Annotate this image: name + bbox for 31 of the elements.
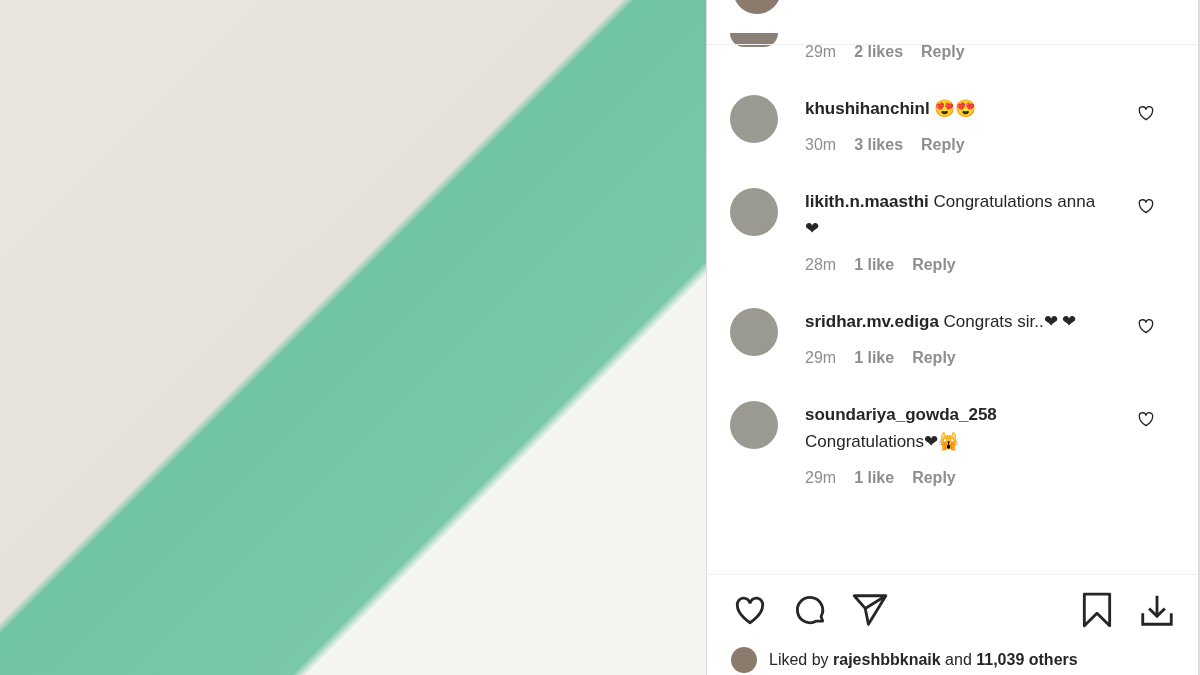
- comment-text: likith.n.maasthi Congratulations anna ❤: [805, 191, 1097, 240]
- likes-summary: Liked by rajeshbbknaik and 11,039 others: [769, 651, 1078, 669]
- send-icon[interactable]: [851, 591, 889, 629]
- avatar[interactable]: [730, 188, 778, 236]
- like-heart-icon[interactable]: [1136, 316, 1156, 336]
- avatar[interactable]: [730, 401, 778, 449]
- avatar: [731, 647, 757, 673]
- like-heart-icon[interactable]: [1136, 103, 1156, 123]
- likes-count[interactable]: 2 likes: [854, 43, 904, 61]
- like-heart-icon[interactable]: [1136, 196, 1156, 216]
- avatar[interactable]: [730, 95, 778, 143]
- comment-text: khushihanchinl 😍😍: [805, 98, 978, 120]
- comment-time: 29m: [805, 469, 837, 487]
- reply-link[interactable]: Reply: [921, 136, 965, 154]
- comment-time: 29m: [805, 349, 837, 367]
- comment-time: 30m: [805, 136, 837, 154]
- likes-count[interactable]: 1 like: [854, 469, 895, 487]
- reply-link[interactable]: Reply: [921, 43, 965, 61]
- comment-text: sridhar.mv.ediga Congrats sir..❤ ❤: [805, 311, 1078, 333]
- comment-time: 29m: [805, 43, 837, 61]
- avatar[interactable]: [730, 33, 778, 47]
- likes-count[interactable]: 3 likes: [854, 136, 904, 154]
- likes-count[interactable]: 1 like: [854, 349, 895, 367]
- comment-text: soundariya_gowda_258 Congratulations❤🙀: [805, 404, 998, 453]
- avatar[interactable]: [730, 308, 778, 356]
- like-heart-icon[interactable]: [1136, 409, 1156, 429]
- reply-link[interactable]: Reply: [912, 256, 956, 274]
- comment-time: 28m: [805, 256, 837, 274]
- reply-link[interactable]: Reply: [912, 349, 956, 367]
- reply-link[interactable]: Reply: [912, 469, 956, 487]
- likes-count[interactable]: 1 like: [854, 256, 895, 274]
